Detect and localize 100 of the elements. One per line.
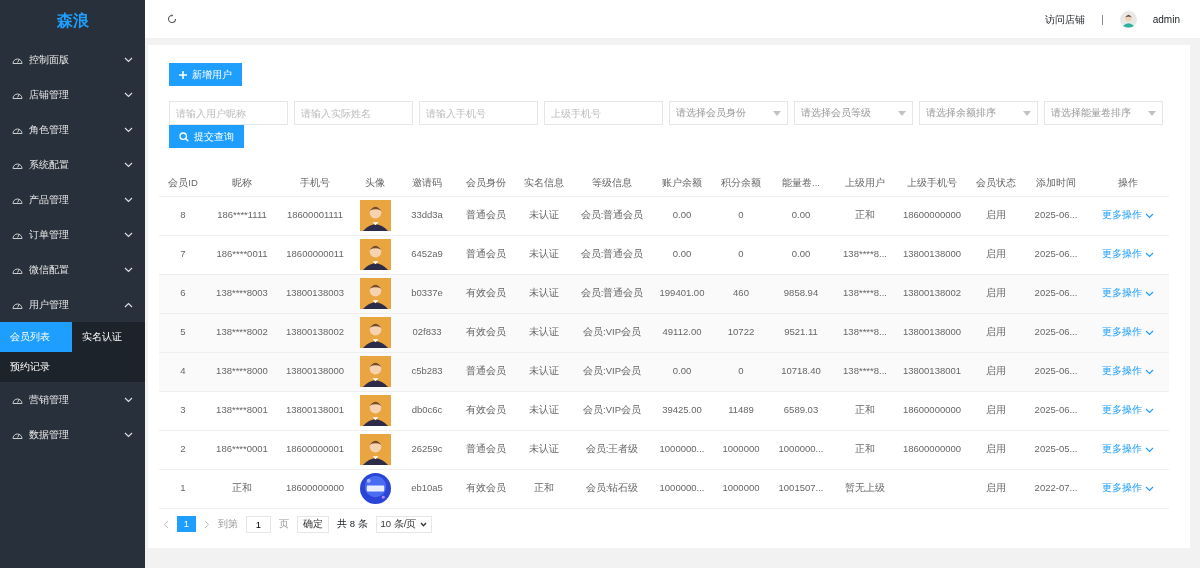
goto-label: 到第 xyxy=(218,516,238,531)
table-cell: 2025-05... xyxy=(1034,443,1078,455)
sidebar-item[interactable]: 订单管理 xyxy=(0,217,145,252)
column-header: 头像 xyxy=(353,170,397,196)
table-cell: 未认证 xyxy=(529,209,559,221)
table-cell: 正和 xyxy=(534,482,554,494)
table-cell: 有效会员 xyxy=(466,482,506,494)
table-cell: 启用 xyxy=(986,248,1006,260)
table-cell: 2025-06... xyxy=(1034,287,1078,299)
table-cell: 18600000000 xyxy=(285,482,345,494)
table-cell: 49112.00 xyxy=(662,326,702,338)
column-header: 上级手机号 xyxy=(897,170,967,196)
table-cell: 6452a9 xyxy=(411,248,443,260)
table-cell: 1000000 xyxy=(722,443,760,455)
table-cell: 0.00 xyxy=(791,248,811,260)
page-size-select[interactable]: 10 条/页 xyxy=(375,515,433,533)
column-header: 上级用户 xyxy=(833,170,897,196)
table-cell: 1 xyxy=(180,482,186,494)
user-avatar-icon[interactable] xyxy=(1119,10,1137,28)
table-cell: 会员:普通会员 xyxy=(580,248,644,260)
sidebar-item[interactable]: 产品管理 xyxy=(0,182,145,217)
column-header: 能量卷... xyxy=(769,170,833,196)
table-cell: 7 xyxy=(180,248,186,260)
table-cell: 13800138001 xyxy=(902,365,962,377)
table-cell: 未认证 xyxy=(529,326,559,338)
table-cell: 138****8... xyxy=(843,248,887,260)
table-cell: 186****0001 xyxy=(216,443,268,455)
page-unit: 页 xyxy=(279,516,289,531)
column-header: 积分余额 xyxy=(713,170,769,196)
table-cell: 2022-07... xyxy=(1034,482,1078,494)
table-cell: 会员:钻石级 xyxy=(585,482,639,494)
table-cell: 未认证 xyxy=(529,365,559,377)
chevron-icon xyxy=(124,431,133,438)
table-cell: 1000000 xyxy=(722,482,760,494)
table-cell: 460 xyxy=(733,287,749,299)
sidebar-item[interactable]: 角色管理 xyxy=(0,112,145,147)
sidebar-item[interactable]: 控制面版 xyxy=(0,42,145,77)
logo: 森浪 xyxy=(55,11,90,31)
table-cell: 未认证 xyxy=(529,443,559,455)
caret-icon xyxy=(420,521,428,527)
confirm-button[interactable]: 确定 xyxy=(297,515,329,533)
table-cell: 0.00 xyxy=(672,248,692,260)
table-cell: 13800138000 xyxy=(285,365,345,377)
table-cell: 启用 xyxy=(986,443,1006,455)
table-cell: 启用 xyxy=(986,365,1006,377)
text-field[interactable]: 请输入手机号 xyxy=(419,101,538,125)
user-name[interactable]: admin xyxy=(1152,11,1180,27)
sidebar-item[interactable]: 数据管理 xyxy=(0,417,145,452)
table-cell: 2 xyxy=(180,443,186,455)
table-cell: 2025-06... xyxy=(1034,404,1078,416)
table-cell: 1000000... xyxy=(659,443,705,455)
table-cell: 正和 xyxy=(855,209,875,221)
submenu-item[interactable]: 实名认证 xyxy=(72,322,144,352)
table-cell: 9521.11 xyxy=(784,326,818,338)
column-header: 会员状态 xyxy=(967,170,1025,196)
visit-store-link[interactable]: 访问店铺 xyxy=(1045,11,1086,27)
table-cell: 0 xyxy=(738,365,744,377)
sidebar-item[interactable]: 营销管理 xyxy=(0,382,145,417)
submenu-item[interactable]: 预约记录 xyxy=(0,352,72,382)
table-cell: 会员:VIP会员 xyxy=(583,404,641,416)
table-cell: 18600001111 xyxy=(287,209,343,221)
chevron-icon xyxy=(1145,329,1154,336)
table-cell: 启用 xyxy=(986,209,1006,221)
column-header: 实名信息 xyxy=(515,170,573,196)
table-cell: 138****8... xyxy=(843,326,887,338)
table-cell: 26259c xyxy=(411,443,443,455)
chevron-icon xyxy=(124,396,133,403)
refresh-icon[interactable] xyxy=(167,14,177,24)
table-cell: 186****1111 xyxy=(217,209,267,221)
table-cell: 138****8001 xyxy=(216,404,268,416)
table-cell: 138****8000 xyxy=(216,365,268,377)
sidebar-item[interactable]: 店铺管理 xyxy=(0,77,145,112)
table-cell: 186****0011 xyxy=(216,248,268,260)
table-cell: 正和 xyxy=(855,443,875,455)
table-cell: 2025-06... xyxy=(1034,326,1078,338)
plus-icon xyxy=(179,70,187,79)
table-cell: 0 xyxy=(738,248,744,260)
sidebar-item[interactable]: 系统配置 xyxy=(0,147,145,182)
table-cell: 8 xyxy=(180,209,186,221)
chevron-icon xyxy=(124,301,133,308)
table-cell: 0.00 xyxy=(672,209,692,221)
table-cell: 1000000... xyxy=(659,482,705,494)
chevron-icon xyxy=(1145,368,1154,375)
table-cell: 有效会员 xyxy=(466,404,506,416)
column-header: 会员ID xyxy=(159,170,207,196)
text-field[interactable]: 请输入实际姓名 xyxy=(294,101,413,125)
table-cell: 会员:VIP会员 xyxy=(583,326,641,338)
table-cell: 138****8... xyxy=(843,287,887,299)
total-count: 共 8 条 xyxy=(337,516,368,531)
caret-icon xyxy=(773,110,781,116)
table-cell: 10718.40 xyxy=(781,365,821,377)
sidebar-item[interactable]: 微信配置 xyxy=(0,252,145,287)
table-cell: 1000000... xyxy=(778,443,824,455)
column-header: 昵称 xyxy=(207,170,277,196)
page-input[interactable]: 1 xyxy=(246,515,271,533)
table-cell: 会员:普通会员 xyxy=(580,209,644,221)
chevron-icon xyxy=(124,196,133,203)
sidebar-item[interactable]: 用户管理 xyxy=(0,287,145,322)
table-cell: 会员:普通会员 xyxy=(580,287,644,299)
chevron-icon xyxy=(1145,446,1154,453)
